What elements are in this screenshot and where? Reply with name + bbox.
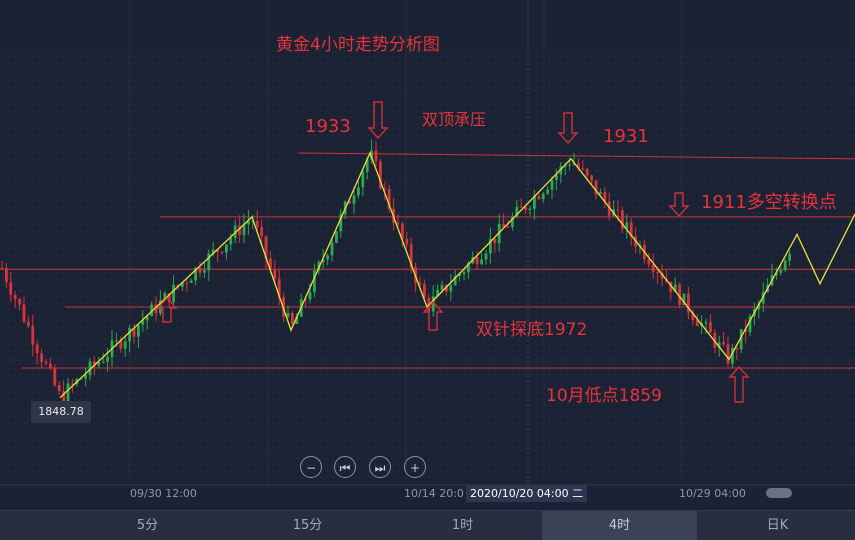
candle-body [115,340,118,342]
candle-body [189,280,193,284]
candle-body [44,361,48,364]
x-tick-label: 10/29 04:00 [679,487,746,500]
skip-back-button[interactable]: ⏮ [334,456,356,478]
candle-body [185,282,189,284]
candle-body [326,255,329,260]
tab-15min[interactable]: 15分 [230,511,385,540]
tab-5min[interactable]: 5分 [70,511,225,540]
candle-body [361,171,365,188]
candle-body [101,361,105,363]
candle-body [49,363,52,368]
candle-body [57,385,61,392]
double-top-label: 双顶承压 [422,110,487,129]
candle-body [709,322,712,333]
candle-body [286,312,290,317]
candle-body [357,187,360,196]
candle-body [128,328,131,342]
candle-body [18,298,21,305]
x-tick-label: 09/30 12:00 [130,487,197,500]
candle-body [220,251,224,253]
candle-body [546,189,549,194]
candle-body [66,383,70,402]
candle-body [475,257,479,265]
candle-body [440,284,444,290]
candle-body [260,227,263,237]
candle-body [172,284,175,303]
scroll-handle[interactable] [766,488,792,498]
candle-body [779,270,783,273]
double-bottom-label: 双针探底1972 [476,320,588,340]
candle-body [581,168,585,170]
candle-body [537,195,541,200]
candle-body [198,267,202,273]
candle-body [374,150,378,162]
october-low-label: 10月低点1859 [546,386,662,406]
level-1931-label: 1931 [603,126,649,147]
candle-body [31,325,35,345]
candle-body [506,226,510,228]
candle-body [225,244,228,253]
timeframe-bar: 5分 15分 1时 4时 日K [0,510,855,540]
tab-4hour[interactable]: 4时 [542,511,697,540]
candle-body [330,242,334,256]
candle-body [590,175,593,181]
chart-title: 黄金4小时走势分析图 [276,35,440,55]
candle-body [22,304,26,322]
candle-body [704,322,708,324]
candle-body [541,193,545,200]
candle-body [13,294,17,299]
candle-body [35,344,39,354]
tab-1hour[interactable]: 1时 [385,511,540,540]
candle-body [480,259,483,265]
candle-body [273,269,277,279]
candle-body [726,344,730,364]
candle-body [528,208,532,210]
candle-body [106,356,109,362]
candle-body [203,270,206,273]
candle-body [396,222,400,224]
candle-body [788,253,791,261]
candle-body [5,268,8,283]
candle-body [519,206,523,208]
price-chart[interactable] [0,0,855,540]
candle-body [585,168,589,176]
candle-body [27,321,30,326]
zoom-in-button[interactable]: + [404,456,426,478]
candle-body [123,341,127,349]
candle-body [656,271,659,274]
candle-body [40,353,43,362]
candle-body [568,164,571,166]
pivot-level-label: 1911多空转换点 [701,192,837,213]
candle-body [0,267,4,269]
candle-body [484,253,488,260]
candle-body [783,260,787,271]
chart-stage: 黄金4小时走势分析图 1933 双顶承压 1931 1911多空转换点 双针探底… [0,0,855,540]
candle-body [722,342,725,345]
candle-body [9,282,13,295]
candle-body [405,239,409,245]
candle-body [449,285,453,292]
candle-body [493,238,497,244]
candle-body [137,324,140,337]
candle-body [352,195,356,204]
zoom-out-button[interactable]: − [300,456,322,478]
tab-daily[interactable]: 日K [700,511,855,540]
candle-body [462,272,466,275]
candle-body [335,231,338,243]
candle-body [229,237,233,245]
candle-body [84,375,87,379]
candle-body [308,292,312,300]
candle-body [647,259,651,265]
low-price-tag: 1848.78 [31,401,91,423]
candle-body [53,367,57,386]
candle-body [291,312,294,325]
crosshair-time-label: 2020/10/20 04:00 二 [466,485,588,502]
x-tick-label: 10/14 20:0 [404,487,464,500]
candle-body [616,209,620,211]
candle-body [255,220,259,228]
skip-forward-button[interactable]: ⏭ [369,456,391,478]
candle-body [651,264,655,272]
level-1933-label: 1933 [305,116,351,137]
candle-body [550,179,554,190]
